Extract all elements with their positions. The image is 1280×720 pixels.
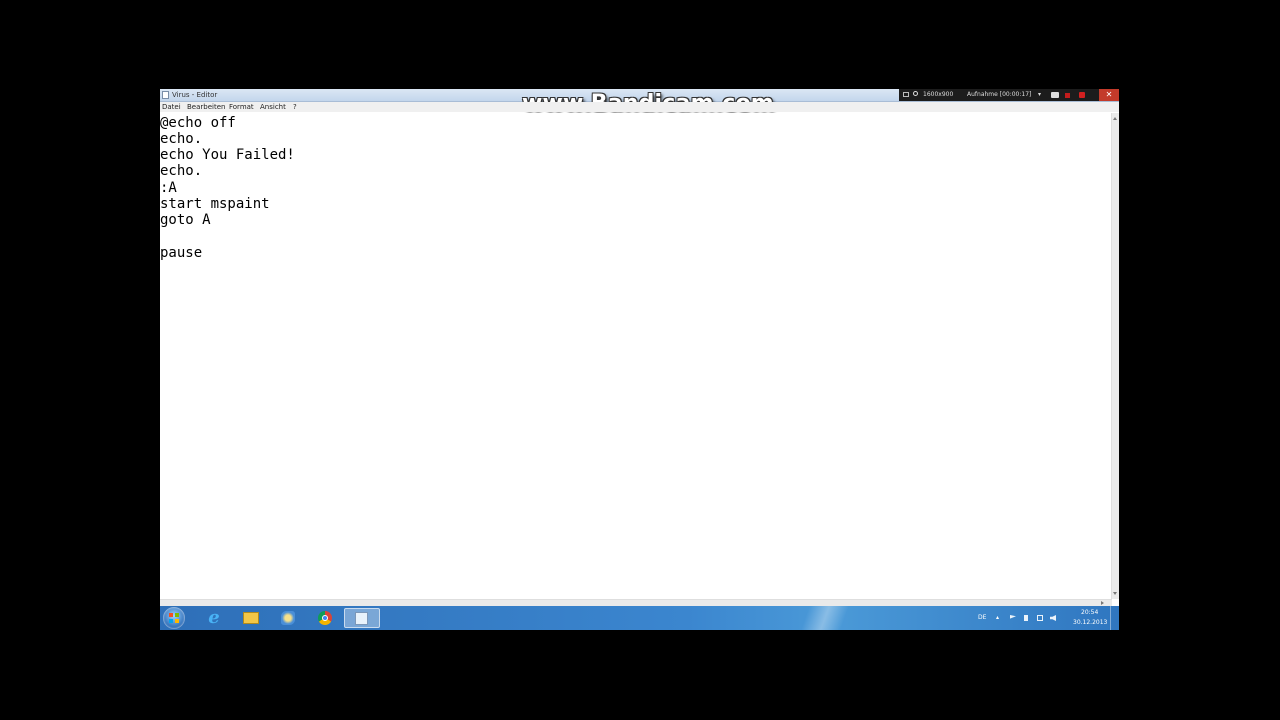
clock-date[interactable]: 30.12.2013 — [1073, 619, 1107, 626]
file-explorer-icon[interactable] — [235, 608, 267, 628]
windows-logo-icon — [169, 613, 179, 623]
show-hidden-icons-icon[interactable]: ▴ — [996, 614, 999, 621]
taskbar-glare — [780, 606, 870, 630]
bandicam-recorder-bar: 1600x900 Aufnahme [00:00:17] ▾ ✕ — [899, 89, 1119, 101]
menu-bar: Datei Bearbeiten Format Ansicht ? — [160, 102, 1119, 112]
start-button[interactable] — [163, 607, 185, 629]
search-icon[interactable] — [913, 91, 918, 96]
menu-datei[interactable]: Datei — [162, 103, 181, 111]
language-indicator[interactable]: DE — [978, 614, 986, 621]
internet-explorer-icon[interactable]: e — [198, 608, 230, 628]
menu-bearbeiten[interactable]: Bearbeiten — [187, 103, 225, 111]
resize-icon[interactable] — [903, 92, 909, 97]
scroll-up-icon[interactable] — [1113, 117, 1117, 120]
taskbar: e DE ▴ 20:54 30.12.2013 — [160, 606, 1119, 630]
scroll-right-icon[interactable] — [1101, 601, 1104, 605]
network-icon[interactable] — [1037, 615, 1043, 621]
recorder-dropdown-icon[interactable]: ▾ — [1038, 89, 1041, 101]
code-line: echo. — [160, 131, 203, 147]
close-button[interactable]: ✕ — [1099, 89, 1119, 101]
menu-ansicht[interactable]: Ansicht — [260, 103, 286, 111]
text-editor-area[interactable]: @echo off echo. echo You Failed! echo. :… — [160, 113, 1112, 599]
show-desktop-button[interactable] — [1110, 606, 1119, 630]
notepad-app-icon — [162, 91, 169, 99]
code-line: echo You Failed! — [160, 147, 295, 163]
stop-icon[interactable] — [1065, 93, 1070, 98]
taskbar-notepad-button[interactable] — [344, 608, 380, 628]
record-icon[interactable] — [1079, 92, 1085, 98]
menu-help[interactable]: ? — [293, 103, 297, 111]
code-line: goto A — [160, 212, 211, 228]
desktop-screen: Virus - Editor 1600x900 Aufnahme [00:00:… — [160, 89, 1119, 630]
recording-timer: Aufnahme [00:00:17] — [967, 91, 1032, 98]
paint-icon[interactable] — [272, 608, 304, 628]
code-line: echo. — [160, 163, 203, 179]
camera-icon[interactable] — [1051, 92, 1059, 98]
chrome-icon[interactable] — [309, 608, 341, 628]
menu-format[interactable]: Format — [229, 103, 254, 111]
code-line: pause — [160, 245, 203, 261]
scroll-down-icon[interactable] — [1113, 592, 1117, 595]
code-line: :A — [160, 180, 177, 196]
battery-icon[interactable] — [1024, 615, 1028, 621]
action-center-flag-icon[interactable] — [1010, 615, 1016, 619]
system-tray: DE ▴ 20:54 30.12.2013 — [974, 606, 1119, 630]
code-line: @echo off — [160, 115, 236, 131]
code-line: start mspaint — [160, 196, 270, 212]
notepad-icon — [355, 612, 368, 625]
volume-icon[interactable] — [1050, 615, 1056, 621]
vertical-scrollbar[interactable] — [1111, 113, 1119, 599]
window-title: Virus - Editor — [172, 91, 218, 99]
clock-time[interactable]: 20:54 — [1081, 609, 1098, 616]
recording-resolution: 1600x900 — [923, 91, 954, 98]
